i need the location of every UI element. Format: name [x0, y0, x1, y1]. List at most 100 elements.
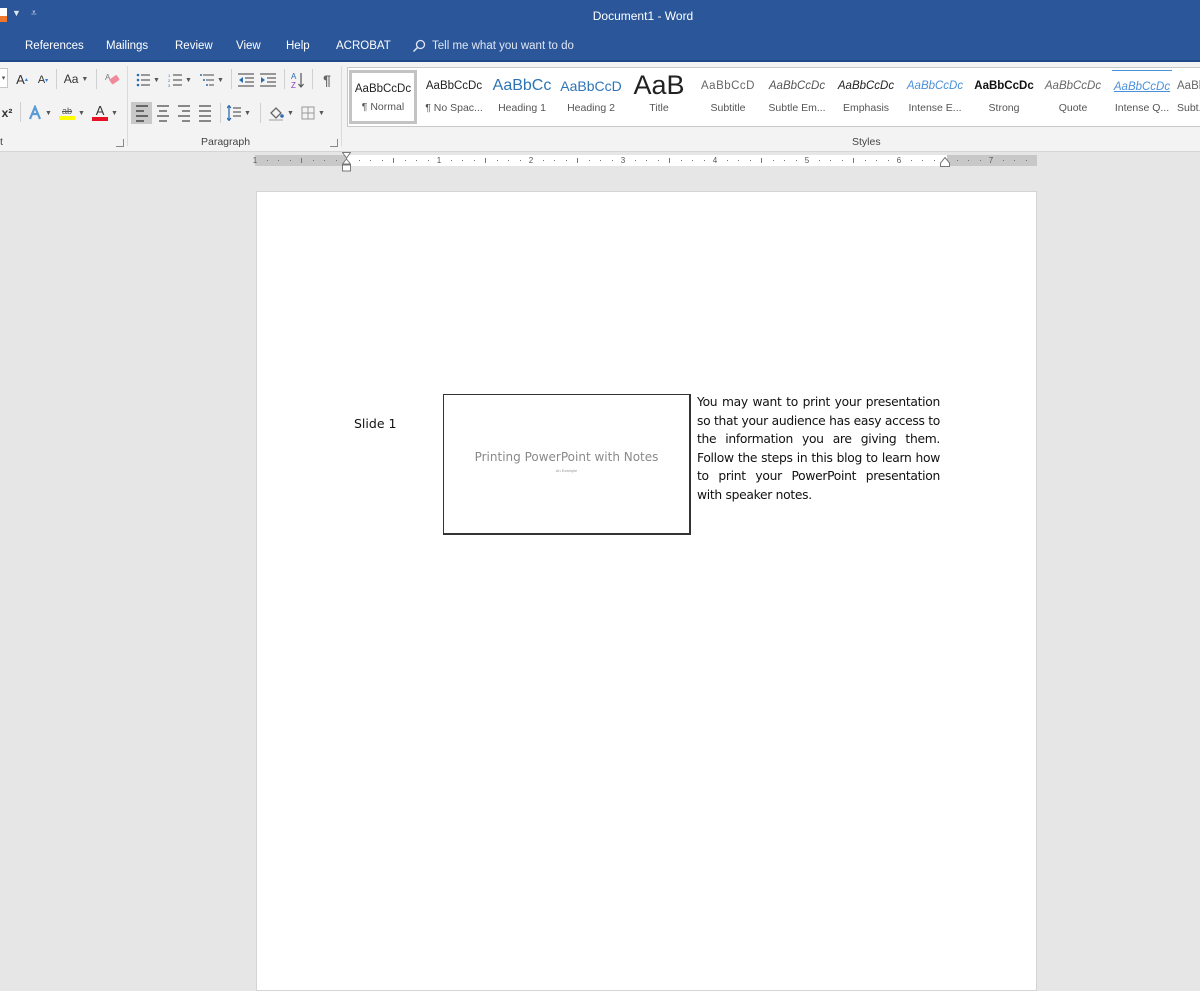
highlight-icon: ab: [62, 106, 73, 116]
ruler-half-tick: [761, 158, 762, 163]
ribbon-tabs: References Mailings Review View Help ACR…: [0, 32, 1200, 62]
tab-review[interactable]: Review: [175, 40, 213, 52]
style-intense-quote[interactable]: AaBbCcDc Intense Q...: [1108, 70, 1176, 124]
shading-bucket-icon: [269, 107, 284, 121]
ruler-number: 6: [896, 156, 902, 165]
style-strong[interactable]: AaBbCcDc Strong: [970, 70, 1038, 124]
numbering-button[interactable]: 1 2 3 ▼: [166, 71, 194, 89]
ruler-dot: [405, 160, 406, 161]
borders-icon: [301, 106, 315, 120]
ruler-dot: [543, 160, 544, 161]
multilevel-list-icon: [200, 74, 215, 86]
line-spacing-button[interactable]: ▼: [224, 103, 254, 123]
style-subtitle[interactable]: AaBbCcD Subtitle: [694, 70, 762, 124]
paragraph-dialog-launcher[interactable]: [330, 139, 338, 147]
style-intense-emphasis[interactable]: AaBbCcDc Intense E...: [901, 70, 969, 124]
ribbon: ▾ A ▴ A ▾ Aa ▼ A x² ▼ ab ▼ A ▼ t ▼ 1 2 3 ▼ ▼: [0, 62, 1200, 152]
ruler-dot: [911, 160, 912, 161]
ruler-half-tick: [301, 158, 302, 163]
ruler-number: 2: [528, 156, 534, 165]
ruler-dot: [566, 160, 567, 161]
speaker-notes[interactable]: You may want to print your presentation …: [697, 393, 940, 505]
tab-acrobat[interactable]: ACROBAT: [336, 40, 391, 52]
ruler-number: 3: [620, 156, 626, 165]
align-right-button[interactable]: [173, 102, 194, 124]
tab-help[interactable]: Help: [286, 40, 310, 52]
align-left-icon: [135, 104, 148, 122]
tab-mailings[interactable]: Mailings: [106, 40, 148, 52]
shrink-font-button[interactable]: A ▾: [36, 72, 50, 88]
svg-text:A: A: [291, 72, 297, 81]
style-no-spacing[interactable]: AaBbCcDc ¶ No Spac...: [420, 70, 488, 124]
align-right-icon: [177, 104, 190, 122]
font-group-label: t: [0, 136, 3, 148]
clear-formatting-button[interactable]: A: [103, 70, 121, 88]
borders-button[interactable]: ▼: [298, 103, 328, 123]
ruler-dot: [520, 160, 521, 161]
decrease-indent-button[interactable]: [236, 71, 256, 89]
change-case-button[interactable]: Aa ▼: [62, 70, 90, 88]
sort-button[interactable]: AZ: [289, 70, 307, 90]
tab-view[interactable]: View: [236, 40, 261, 52]
style-quote[interactable]: AaBbCcDc Quote: [1039, 70, 1107, 124]
font-dialog-launcher[interactable]: [116, 139, 124, 147]
justify-icon: [198, 104, 211, 122]
slide-thumbnail[interactable]: Printing PowerPoint with Notes An Exampl…: [443, 394, 691, 535]
right-indent-marker[interactable]: [940, 157, 950, 167]
title-bar: ▼ ⩡ Document1 - Word: [0, 0, 1200, 32]
font-color-button[interactable]: A ▼: [90, 103, 120, 123]
horizontal-ruler[interactable]: 1 1 2 3 4 5 6 7: [253, 155, 1037, 166]
ruler-dot: [278, 160, 279, 161]
ruler-dot: [704, 160, 705, 161]
tab-references[interactable]: References: [25, 40, 84, 52]
ruler-dot: [324, 160, 325, 161]
ruler-dot: [934, 160, 935, 161]
font-color-icon: A: [95, 103, 105, 118]
left-indent-marker[interactable]: [342, 152, 351, 174]
font-size-dropdown[interactable]: ▾: [0, 68, 8, 88]
svg-text:3: 3: [168, 83, 171, 87]
ruler-dot: [474, 160, 475, 161]
ruler-dot: [336, 160, 337, 161]
bullets-icon: [136, 73, 151, 87]
ruler-dot: [267, 160, 268, 161]
ruler-half-tick: [485, 158, 486, 163]
ruler-dot: [658, 160, 659, 161]
grow-font-button[interactable]: A ▴: [14, 70, 30, 88]
increase-indent-button[interactable]: [258, 71, 278, 89]
paragraph-group-label: Paragraph: [201, 136, 251, 148]
superscript-button[interactable]: x²: [0, 104, 14, 122]
style-heading-1[interactable]: AaBbCc Heading 1: [488, 70, 556, 124]
align-left-button[interactable]: [131, 102, 152, 124]
ruler-dot: [382, 160, 383, 161]
ruler-dot: [462, 160, 463, 161]
line-spacing-icon: [227, 105, 242, 121]
style-normal[interactable]: AaBbCcDc ¶ Normal: [349, 70, 417, 124]
ruler-dot: [784, 160, 785, 161]
highlight-button[interactable]: ab ▼: [58, 103, 86, 123]
ruler-dot: [692, 160, 693, 161]
show-formatting-marks-button[interactable]: ¶: [318, 70, 336, 90]
style-title[interactable]: AaB Title: [625, 70, 693, 124]
justify-button[interactable]: [194, 102, 215, 124]
svg-text:Z: Z: [291, 81, 296, 89]
document-page[interactable]: Slide 1 Printing PowerPoint with Notes A…: [256, 191, 1037, 991]
align-center-button[interactable]: [152, 102, 173, 124]
eraser-icon: A: [105, 73, 120, 85]
align-center-icon: [156, 104, 169, 122]
ruler-number: 1: [436, 156, 442, 165]
text-effects-button[interactable]: ▼: [26, 103, 54, 123]
style-subtle-emphasis[interactable]: AaBbCcDc Subtle Em...: [763, 70, 831, 124]
ruler-dot: [865, 160, 866, 161]
ruler-dot: [416, 160, 417, 161]
ruler-dot: [589, 160, 590, 161]
bullets-button[interactable]: ▼: [134, 71, 162, 89]
style-heading-2[interactable]: AaBbCcD Heading 2: [557, 70, 625, 124]
ruler-dot: [554, 160, 555, 161]
style-emphasis[interactable]: AaBbCcDc Emphasis: [832, 70, 900, 124]
tell-me-box[interactable]: Tell me what you want to do: [412, 39, 574, 53]
ruler-dot: [290, 160, 291, 161]
multilevel-list-button[interactable]: ▼: [198, 71, 226, 89]
shading-button[interactable]: ▼: [265, 103, 297, 123]
style-subtle-reference[interactable]: AaBb Subt...: [1177, 70, 1200, 124]
